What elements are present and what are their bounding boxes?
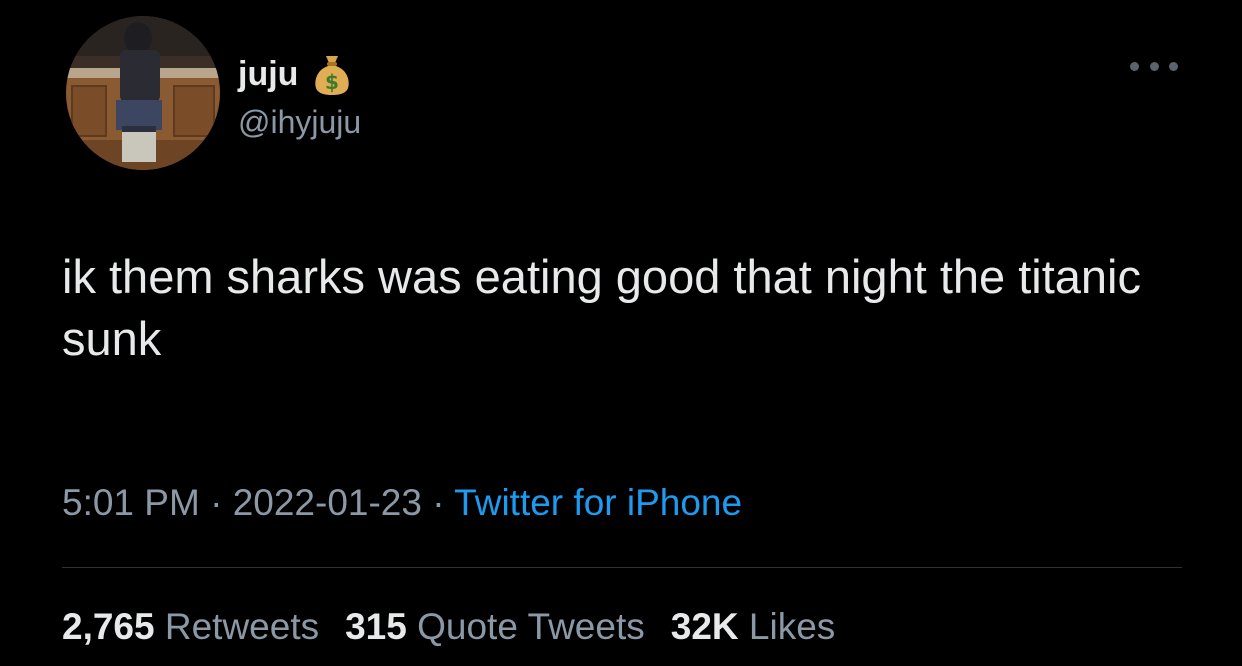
tweet-stats: 2,765 Retweets 315 Quote Tweets 32K Like… xyxy=(62,604,861,650)
quote-tweets-stat[interactable]: 315 Quote Tweets xyxy=(345,604,645,650)
likes-count: 32K xyxy=(670,606,739,647)
likes-label: Likes xyxy=(748,606,836,647)
author-name-row: juju $ xyxy=(238,52,352,96)
avatar[interactable] xyxy=(66,16,220,170)
likes-stat[interactable]: 32K Likes xyxy=(671,604,836,650)
tweet-meta: 5:01 PM · 2022-01-23 · Twitter for iPhon… xyxy=(62,478,742,528)
more-dot xyxy=(1130,61,1139,71)
retweets-stat[interactable]: 2,765 Retweets xyxy=(62,604,319,650)
tweet-time[interactable]: 5:01 PM xyxy=(62,482,200,523)
divider xyxy=(62,567,1182,568)
meta-separator: · xyxy=(421,482,455,523)
svg-text:$: $ xyxy=(325,70,339,94)
tweet-text: ik them sharks was eating good that nigh… xyxy=(62,250,1142,365)
avatar-photo xyxy=(66,16,220,170)
money-bag-icon: $ xyxy=(312,52,352,96)
user-handle[interactable]: @ihyjuju xyxy=(238,104,361,141)
quote-tweets-count: 315 xyxy=(345,606,407,647)
more-dot xyxy=(1149,61,1159,71)
display-name[interactable]: juju xyxy=(238,55,298,94)
meta-separator: · xyxy=(199,482,233,523)
quote-tweets-label: Quote Tweets xyxy=(417,606,645,647)
tweet-source-link[interactable]: Twitter for iPhone xyxy=(454,482,742,523)
more-dot xyxy=(1169,61,1178,71)
retweets-label: Retweets xyxy=(164,606,320,647)
more-options-icon[interactable] xyxy=(1130,54,1178,78)
retweets-count: 2,765 xyxy=(62,606,155,647)
tweet-date[interactable]: 2022-01-23 xyxy=(233,482,422,523)
